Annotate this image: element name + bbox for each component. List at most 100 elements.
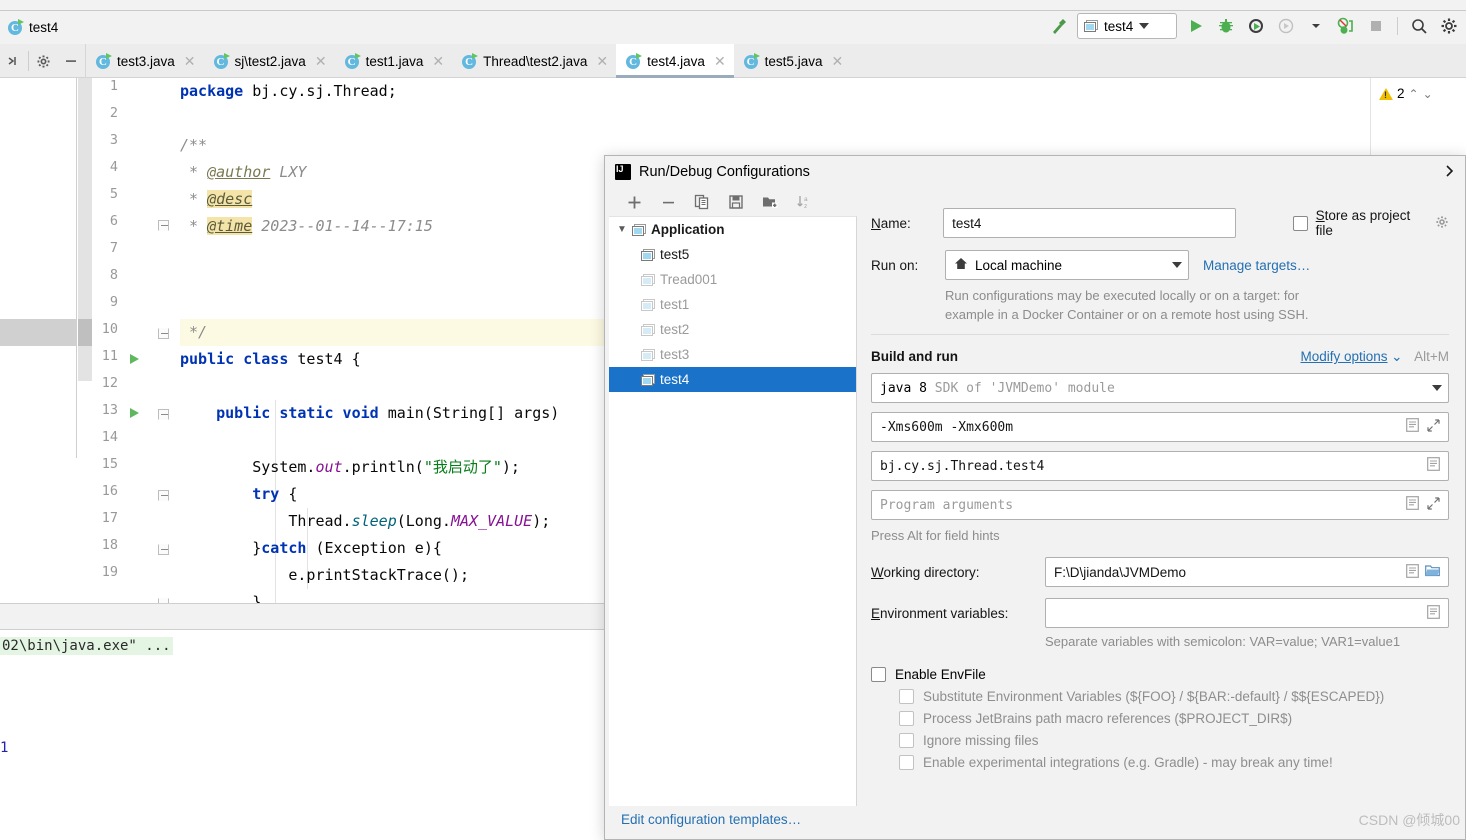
tree-node-label: test3 — [660, 347, 690, 362]
store-as-project-file-checkbox[interactable] — [1292, 215, 1308, 231]
envfile-option-checkbox[interactable] — [899, 733, 914, 748]
working-directory-input[interactable]: F:\D\jianda\JVMDemo — [1045, 557, 1449, 587]
tree-node-configuration[interactable]: test4 — [609, 367, 856, 392]
tree-node-configuration[interactable]: test5 — [609, 242, 856, 267]
insert-macro-icon[interactable] — [1406, 418, 1419, 436]
close-icon[interactable]: ✕ — [714, 53, 726, 70]
search-icon[interactable] — [1408, 15, 1430, 37]
expand-icon[interactable] — [1427, 496, 1440, 514]
editor-tab[interactable]: Csj\test2.java ✕ — [204, 44, 335, 78]
line-number: 7 — [109, 240, 118, 256]
folder-browse-icon[interactable] — [1425, 564, 1440, 580]
run-icon[interactable] — [1185, 15, 1207, 37]
breadcrumb[interactable]: C test4 — [8, 19, 58, 35]
program-arguments-input[interactable]: Program arguments — [871, 490, 1449, 520]
tree-node-configuration[interactable]: test3 — [609, 342, 856, 367]
insert-macro-icon[interactable] — [1427, 457, 1440, 475]
editor-tab[interactable]: Ctest1.java ✕ — [335, 44, 453, 78]
manage-targets-link[interactable]: Manage targets… — [1203, 258, 1310, 273]
add-configuration-button[interactable] — [617, 189, 651, 215]
fold-marker[interactable] — [158, 544, 169, 555]
envfile-option-row[interactable]: Process JetBrains path macro references … — [899, 711, 1449, 726]
editor-tab[interactable]: Ctest3.java ✕ — [86, 44, 204, 78]
chevron-up-icon[interactable]: ⌃ — [1409, 87, 1419, 101]
edit-configuration-templates-link[interactable]: Edit configuration templates… — [621, 812, 801, 827]
run-gutter-icon-class[interactable] — [130, 354, 139, 364]
envfile-option-checkbox[interactable] — [899, 711, 914, 726]
run-configuration-selector[interactable]: test4 — [1077, 13, 1177, 39]
enable-envfile-row[interactable]: Enable EnvFile — [871, 667, 1449, 682]
stop-icon[interactable] — [1365, 15, 1387, 37]
fold-marker[interactable] — [158, 220, 169, 231]
close-icon[interactable]: ✕ — [315, 53, 327, 70]
jdk-combo[interactable]: java 8 SDK of 'JVMDemo' module — [871, 373, 1449, 403]
modify-options-link[interactable]: Modify options — [1301, 349, 1388, 364]
editor-tab[interactable]: C Thread\test2.java ✕ — [452, 44, 616, 78]
run-gutter-icon-main[interactable] — [130, 408, 139, 418]
run-console[interactable]: 02\bin\java.exe" ... 1 — [0, 630, 604, 840]
line-number: 6 — [109, 213, 118, 229]
editor-left-strip-selected — [78, 319, 92, 346]
close-icon[interactable] — [1439, 160, 1461, 182]
dialog-title: Run/Debug Configurations — [639, 164, 810, 180]
gear-icon[interactable] — [1438, 15, 1460, 37]
envfile-option-checkbox[interactable] — [899, 755, 914, 770]
warning-triangle-icon — [1379, 87, 1393, 100]
collapse-icon[interactable] — [0, 44, 28, 78]
code-line-14: Thread.sleep(Long.MAX_VALUE); — [180, 512, 551, 530]
tree-node-application[interactable]: ▼ Application — [609, 217, 856, 242]
line-number: 1 — [109, 78, 118, 94]
profiler-icon[interactable] — [1275, 15, 1297, 37]
remove-configuration-button[interactable] — [651, 189, 685, 215]
close-icon[interactable]: ✕ — [432, 53, 444, 70]
envfile-option-row[interactable]: Ignore missing files — [899, 733, 1449, 748]
save-icon[interactable] — [719, 189, 753, 215]
configurations-panel: a z ▼ Application test5 Tread001 test1 test… — [609, 188, 857, 836]
chevron-down-icon[interactable]: ⌄ — [1423, 87, 1433, 101]
chevron-down-icon[interactable]: ⌄ — [1391, 349, 1402, 364]
editor-gutter[interactable]: 1 2 3 4 5 6 7 8 9 10 11 12 13 14 15 16 17 18 19 — [92, 78, 180, 603]
working-directory-label: Working directory: — [871, 564, 980, 580]
editor-tab[interactable]: Ctest4.java ✕ — [616, 44, 734, 78]
insert-macro-icon[interactable] — [1427, 604, 1440, 622]
name-input[interactable]: test4 — [943, 208, 1236, 238]
run-with-coverage-icon[interactable] — [1245, 15, 1267, 37]
main-class-input[interactable]: bj.cy.sj.Thread.test4 — [871, 451, 1449, 481]
chevron-down-icon[interactable]: ▼ — [617, 224, 627, 235]
gear-icon[interactable] — [1435, 215, 1449, 232]
expand-icon[interactable] — [1427, 418, 1440, 436]
code-line-8: public class test4 { — [180, 350, 361, 368]
insert-macro-icon[interactable] — [1406, 496, 1419, 514]
envfile-option-row[interactable]: Substitute Environment Variables (${FOO}… — [899, 689, 1449, 704]
line-number: 9 — [109, 294, 118, 310]
envfile-option-row[interactable]: Enable experimental integrations (e.g. G… — [899, 755, 1449, 770]
envfile-option-checkbox[interactable] — [899, 689, 914, 704]
hammer-icon[interactable] — [1047, 15, 1069, 37]
run-on-combo[interactable]: Local machine — [945, 250, 1189, 280]
dialog-title-bar: Run/Debug Configurations — [605, 156, 1466, 188]
tree-node-configuration[interactable]: Tread001 — [609, 267, 856, 292]
envfile-option-label: Substitute Environment Variables (${FOO}… — [923, 689, 1385, 704]
gear-icon[interactable] — [29, 44, 57, 78]
fold-marker[interactable] — [158, 490, 169, 501]
enable-envfile-checkbox[interactable] — [871, 667, 886, 682]
fold-marker[interactable] — [158, 409, 169, 420]
configurations-tree[interactable]: ▼ Application test5 Tread001 test1 test2 tes… — [609, 216, 857, 806]
close-icon[interactable]: ✕ — [184, 53, 196, 70]
insert-macro-icon[interactable] — [1406, 563, 1419, 581]
folder-add-icon[interactable] — [753, 189, 787, 215]
tree-node-configuration[interactable]: test1 — [609, 292, 856, 317]
editor-tab[interactable]: Ctest5.java ✕ — [734, 44, 852, 78]
attach-debugger-icon[interactable] — [1335, 15, 1357, 37]
chevron-down-icon[interactable] — [1305, 15, 1327, 37]
close-icon[interactable]: ✕ — [596, 53, 608, 70]
environment-variables-input[interactable] — [1045, 598, 1449, 628]
fold-marker[interactable] — [158, 328, 169, 339]
minus-icon[interactable] — [57, 44, 85, 78]
tree-node-configuration[interactable]: test2 — [609, 317, 856, 342]
sort-alpha-icon[interactable]: a z — [787, 189, 821, 215]
vm-options-input[interactable]: -Xms600m -Xmx600m — [871, 412, 1449, 442]
close-icon[interactable]: ✕ — [831, 53, 843, 70]
debug-icon[interactable] — [1215, 15, 1237, 37]
copy-icon[interactable] — [685, 189, 719, 215]
